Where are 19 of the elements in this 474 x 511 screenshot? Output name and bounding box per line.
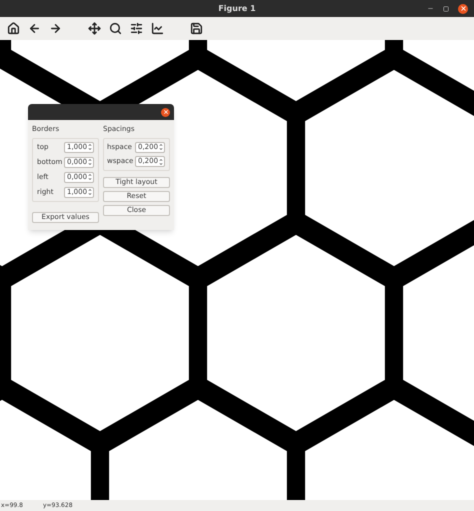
spin-arrows-icon[interactable] (158, 158, 164, 166)
minimize-icon[interactable] (427, 5, 434, 12)
spin-arrows-icon[interactable] (158, 143, 164, 151)
maximize-icon[interactable] (443, 6, 449, 12)
move-arrows-icon[interactable] (88, 22, 101, 35)
home-icon[interactable] (7, 22, 20, 35)
spin-arrows-icon[interactable] (87, 143, 93, 151)
window-title: Figure 1 (218, 2, 256, 14)
magnifier-icon[interactable] (109, 22, 122, 35)
forward-arrow-icon[interactable] (49, 22, 62, 35)
line-chart-icon[interactable] (151, 22, 164, 35)
sliders-icon[interactable] (130, 22, 143, 35)
floppy-disk-icon[interactable] (190, 22, 203, 35)
spin-arrows-icon[interactable] (87, 188, 93, 196)
close-icon[interactable] (161, 108, 170, 116)
back-arrow-icon[interactable] (28, 22, 41, 35)
close-icon[interactable] (458, 4, 468, 14)
spin-arrows-icon[interactable] (87, 173, 93, 181)
spin-arrows-icon[interactable] (87, 158, 93, 166)
